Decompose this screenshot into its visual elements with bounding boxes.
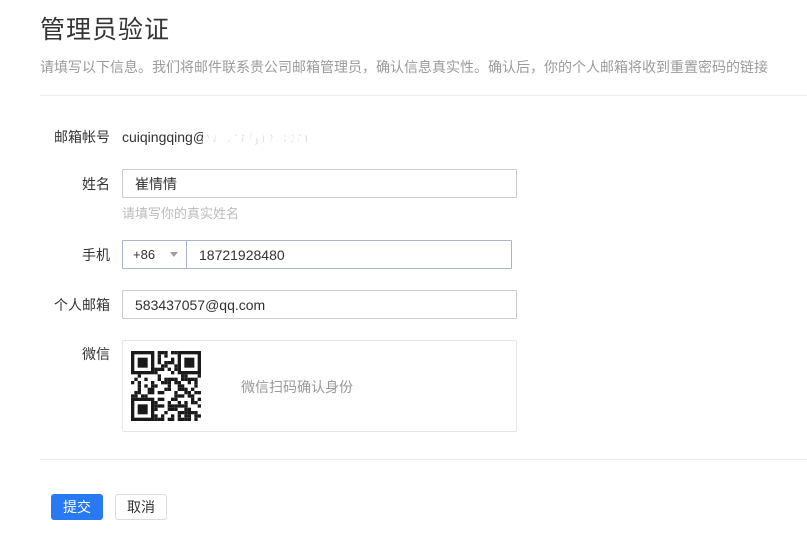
email-account-redacted-domain: w...haiyin.com xyxy=(207,129,309,145)
phone-label: 手机 xyxy=(40,247,110,263)
wechat-scan-hint: 微信扫码确认身份 xyxy=(241,341,353,433)
country-code-select[interactable]: +86 xyxy=(123,241,187,268)
wechat-label: 微信 xyxy=(40,346,110,362)
phone-input[interactable] xyxy=(187,241,511,268)
page-title: 管理员验证 xyxy=(40,10,170,46)
country-code-value: +86 xyxy=(133,247,155,262)
cancel-button[interactable]: 取消 xyxy=(115,494,167,520)
email-account-value: cuiqingqing@w...haiyin.com xyxy=(122,129,309,145)
name-helper-text: 请填写你的真实姓名 xyxy=(122,203,239,222)
admin-verification-page: 管理员验证 请填写以下信息。我们将邮件联系贵公司邮箱管理员，确认信息真实性。确认… xyxy=(0,0,807,548)
wechat-qr-code-icon xyxy=(131,351,201,421)
name-input[interactable] xyxy=(122,169,517,198)
top-divider xyxy=(40,95,807,96)
email-account-user: cuiqingqing@ xyxy=(122,129,207,145)
submit-button[interactable]: 提交 xyxy=(51,494,103,520)
phone-field-group: +86 xyxy=(122,240,512,269)
page-subtitle: 请填写以下信息。我们将邮件联系贵公司邮箱管理员，确认信息真实性。确认后，你的个人… xyxy=(40,57,768,77)
wechat-scan-panel: 微信扫码确认身份 xyxy=(122,340,517,432)
personal-email-label: 个人邮箱 xyxy=(40,297,110,313)
bottom-divider xyxy=(40,459,807,460)
chevron-down-icon xyxy=(170,252,178,257)
personal-email-input[interactable] xyxy=(122,290,517,319)
email-account-label: 邮箱帐号 xyxy=(40,129,110,145)
name-label: 姓名 xyxy=(40,176,110,192)
